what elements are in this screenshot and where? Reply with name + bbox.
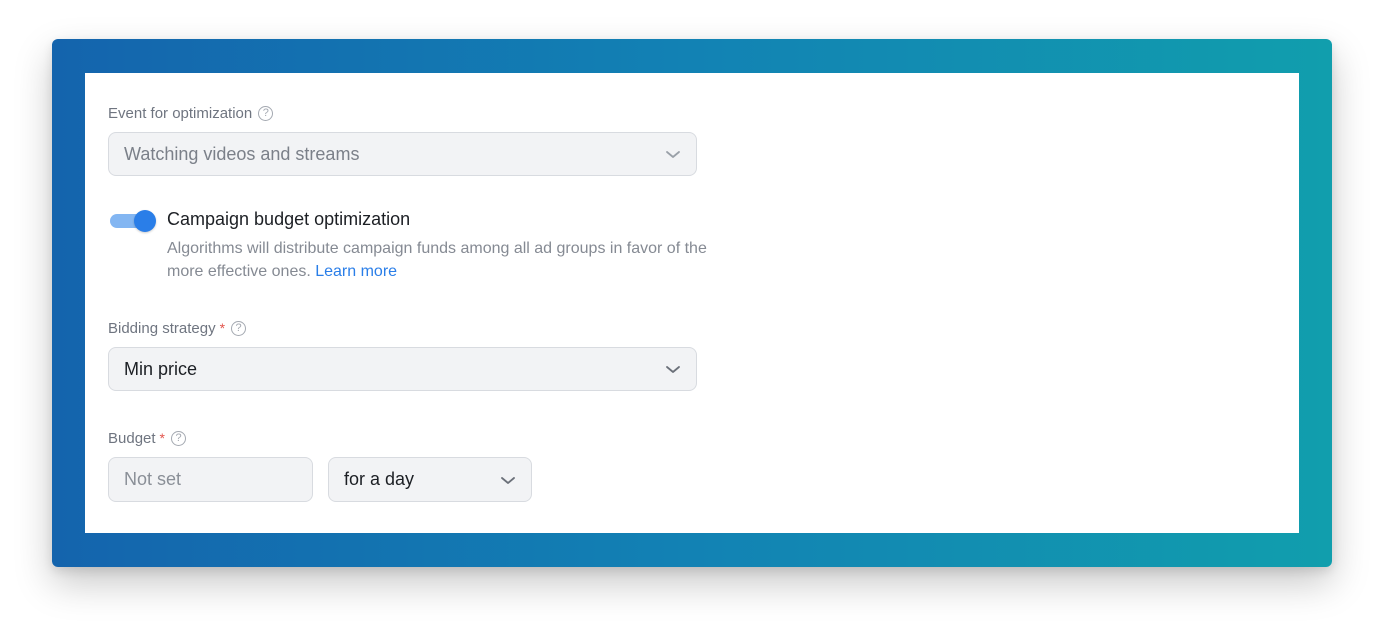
budget-optimization-title: Campaign budget optimization <box>167 209 411 229</box>
campaign-settings-card: Event for optimization ? Watching videos… <box>85 73 1299 533</box>
event-optimization-select[interactable]: Watching videos and streams <box>108 132 697 176</box>
bidding-strategy-label-text: Bidding strategy <box>108 319 216 337</box>
help-icon[interactable]: ? <box>231 320 247 336</box>
budget-optimization-description-text: Algorithms will distribute campaign fund… <box>167 240 707 280</box>
chevron-down-icon <box>501 476 515 484</box>
required-mark: * <box>159 430 165 446</box>
chevron-down-icon <box>666 366 680 373</box>
budget-optimization-toggle[interactable] <box>110 209 156 233</box>
budget-label: Budget * ? <box>108 428 186 448</box>
help-icon[interactable]: ? <box>171 430 186 446</box>
budget-period-select[interactable]: for a day <box>328 457 532 502</box>
event-optimization-value: Watching videos and streams <box>124 143 360 164</box>
event-optimization-label-text: Event for optimization <box>108 104 253 122</box>
budget-label-text: Budget <box>108 429 156 447</box>
gradient-frame: Event for optimization ? Watching videos… <box>52 39 1332 567</box>
chevron-down-icon <box>666 151 680 158</box>
bidding-strategy-value: Min price <box>124 358 198 379</box>
help-icon[interactable]: ? <box>258 105 274 121</box>
bidding-strategy-label: Bidding strategy * ? <box>108 318 247 338</box>
budget-amount-input[interactable]: Not set <box>108 457 313 502</box>
event-optimization-label: Event for optimization ? <box>108 103 274 123</box>
budget-optimization-description: Algorithms will distribute campaign fund… <box>167 237 707 283</box>
required-mark: * <box>219 320 226 336</box>
learn-more-link[interactable]: Learn more <box>315 263 397 280</box>
bidding-strategy-select[interactable]: Min price <box>108 347 697 391</box>
budget-period-value: for a day <box>344 469 415 489</box>
toggle-knob <box>134 210 156 232</box>
